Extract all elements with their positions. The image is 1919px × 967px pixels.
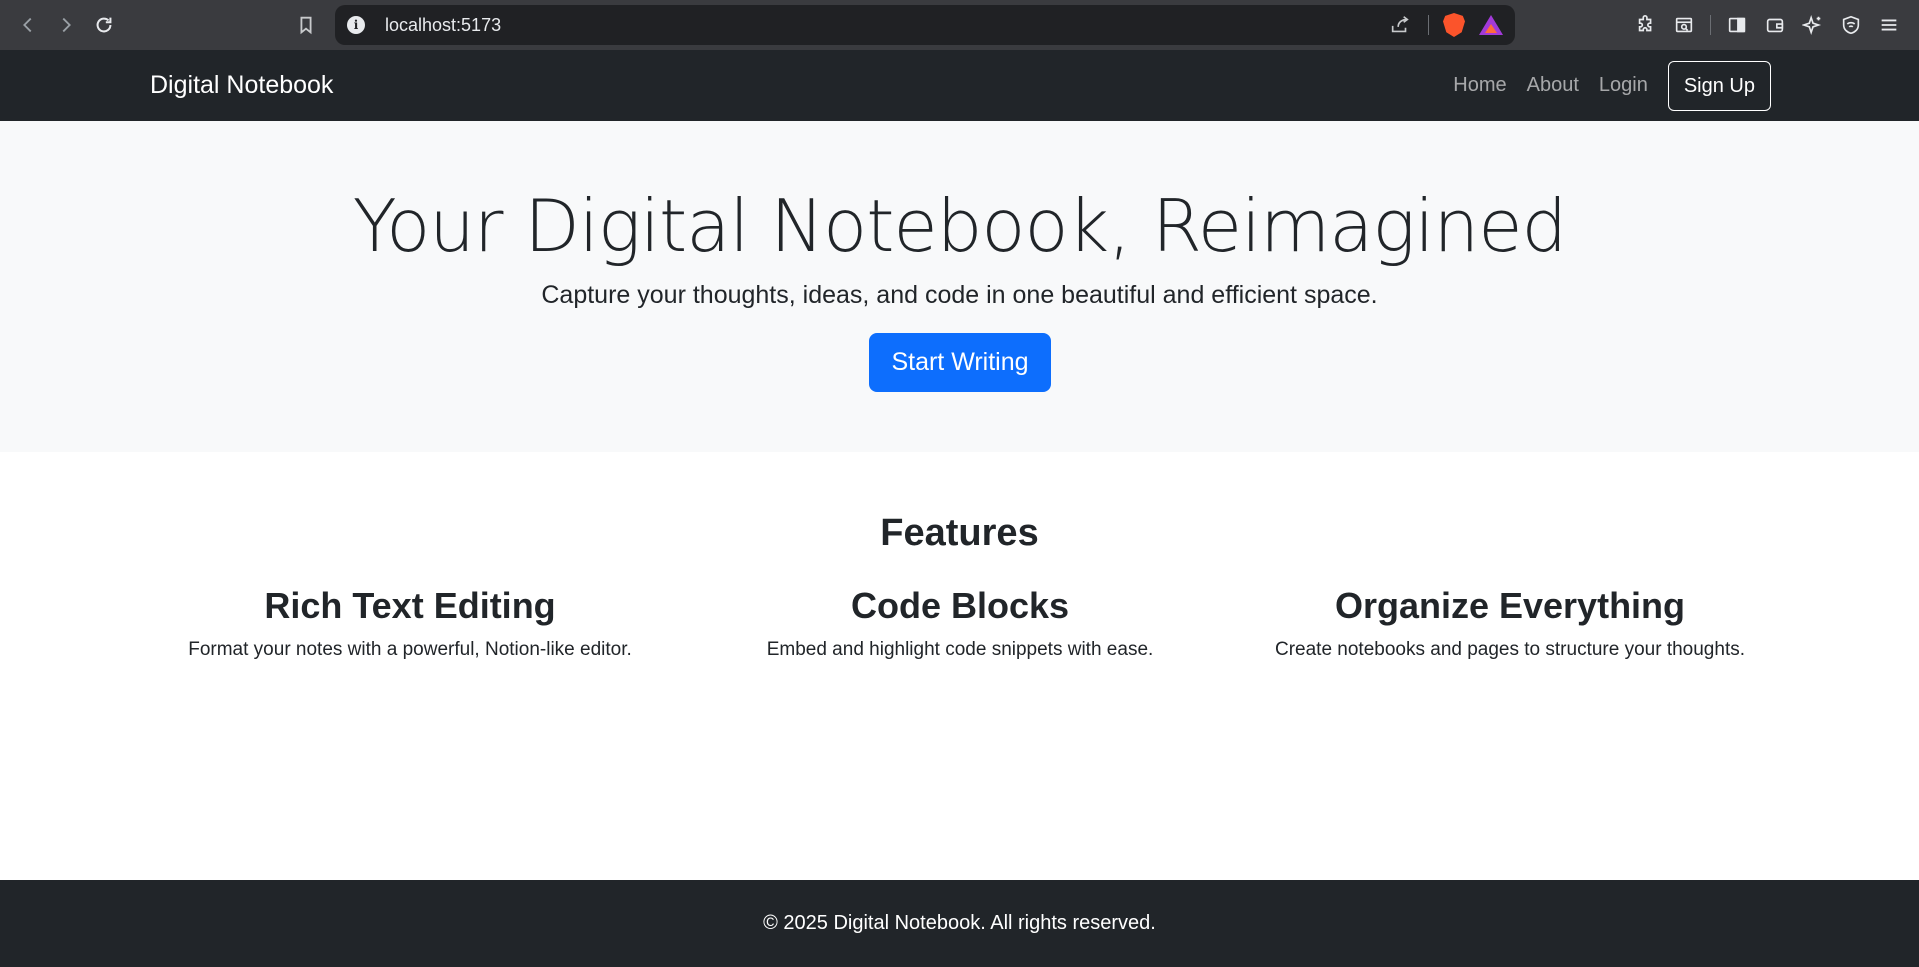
forward-icon[interactable] [48, 7, 84, 43]
bookmark-icon[interactable] [288, 7, 324, 43]
leo-ai-icon[interactable] [1795, 7, 1831, 43]
sidebar-icon[interactable] [1719, 7, 1755, 43]
start-writing-button[interactable]: Start Writing [869, 333, 1051, 392]
features-heading: Features [880, 512, 1039, 554]
feature-rich-text: Rich Text Editing Format your notes with… [130, 585, 690, 661]
info-icon[interactable]: i [347, 16, 365, 34]
nav-link-about[interactable]: About [1527, 74, 1579, 97]
address-divider [1428, 15, 1429, 35]
address-bar[interactable]: i localhost:5173 [335, 5, 1515, 45]
feature-title: Code Blocks [850, 585, 1070, 626]
nav-link-home[interactable]: Home [1453, 74, 1506, 97]
extensions-icon[interactable] [1628, 7, 1664, 43]
nav-link-login[interactable]: Login [1599, 74, 1648, 97]
vpn-icon[interactable] [1833, 7, 1869, 43]
toolbar-separator [1710, 15, 1711, 35]
hero-section: Your Digital Notebook, Reimagined Captur… [0, 121, 1919, 452]
browser-nav-buttons [10, 7, 122, 43]
site-navbar: Digital Notebook Home About Login Sign U… [0, 50, 1919, 121]
hero-title: Your Digital Notebook, Reimagined [352, 184, 1567, 268]
address-bar-actions [1386, 5, 1503, 45]
menu-icon[interactable] [1871, 7, 1907, 43]
feature-title: Organize Everything [1334, 585, 1686, 626]
footer-copyright: © 2025 Digital Notebook. All rights rese… [763, 912, 1156, 934]
feature-description: Create notebooks and pages to structure … [1274, 639, 1746, 660]
hero-subtitle: Capture your thoughts, ideas, and code i… [541, 281, 1378, 309]
brand-link[interactable]: Digital Notebook [150, 50, 333, 121]
feature-description: Embed and highlight code snippets with e… [766, 639, 1154, 660]
site-footer: © 2025 Digital Notebook. All rights rese… [0, 880, 1919, 967]
brave-rewards-icon[interactable] [1479, 15, 1503, 35]
brave-shields-icon[interactable] [1443, 13, 1465, 37]
wallet-icon[interactable] [1757, 7, 1793, 43]
reload-icon[interactable] [86, 7, 122, 43]
signup-button[interactable]: Sign Up [1667, 60, 1771, 111]
share-icon[interactable] [1386, 11, 1414, 39]
feature-description: Format your notes with a powerful, Notio… [188, 639, 632, 660]
search-tabs-icon[interactable] [1666, 7, 1702, 43]
back-icon[interactable] [10, 7, 46, 43]
nav-links: Home About Login Sign Up [1453, 50, 1771, 121]
browser-toolbar: i localhost:5173 [0, 0, 1919, 50]
feature-title: Rich Text Editing [264, 585, 556, 626]
feature-code-blocks: Code Blocks Embed and highlight code sni… [680, 585, 1240, 661]
url-text[interactable]: localhost:5173 [385, 15, 501, 36]
browser-toolbar-right [1628, 7, 1907, 43]
feature-organize: Organize Everything Create notebooks and… [1230, 585, 1790, 661]
